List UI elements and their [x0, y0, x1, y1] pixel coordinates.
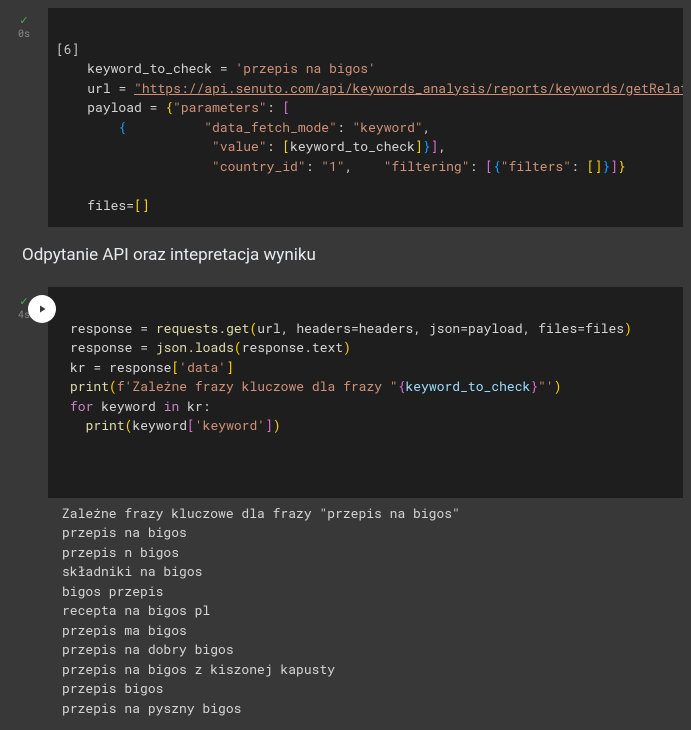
cell-gutter: ✓ 0s: [0, 0, 48, 40]
code-token: response.text: [242, 338, 343, 356]
exec-time: 0s: [18, 27, 30, 40]
code-token: response: [70, 319, 132, 337]
play-icon: [36, 303, 48, 315]
code-token: headers: [359, 319, 414, 337]
code-token: keyword: [132, 416, 187, 434]
cell-gutter: ✓ 4s: [0, 279, 48, 321]
code-fn: json.loads: [156, 338, 234, 356]
code-token: url: [257, 319, 280, 337]
code-token: response: [70, 338, 132, 356]
code-fstring: f: [117, 377, 125, 395]
code-token: files: [538, 319, 577, 337]
code-string: 'keyword': [195, 416, 265, 434]
code-fstring: 'Zależne frazy kluczowe dla frazy ": [125, 377, 398, 395]
code-token: kr: [70, 358, 86, 376]
code-string: "data_fetch_mode": [204, 118, 337, 136]
code-fn: print: [86, 416, 125, 434]
code-token: payload: [468, 319, 523, 337]
code-fn: requests.get: [156, 319, 250, 337]
code-string: "parameters": [173, 98, 267, 116]
code-token: url: [87, 79, 110, 97]
code-cell-1: ✓ 0s [6] keyword_to_check = 'przepis na …: [0, 0, 691, 235]
code-keyword: in: [164, 397, 180, 415]
code-token: response: [109, 358, 171, 376]
code-keyword: for: [70, 397, 93, 415]
code-token: headers: [296, 319, 351, 337]
code-token: json: [429, 319, 460, 337]
check-icon: ✓: [19, 14, 28, 25]
code-url-string: "https://api.senuto.com/api/keywords_ana…: [134, 79, 683, 97]
code-token: payload: [87, 98, 142, 116]
code-token: keyword_to_check: [290, 137, 415, 155]
code-string: "1": [321, 157, 344, 175]
code-fn: print: [70, 377, 109, 395]
code-string: "filtering": [384, 157, 470, 175]
code-string: "filters": [501, 157, 571, 175]
check-icon: ✓: [19, 295, 28, 306]
code-token: keyword: [101, 397, 156, 415]
code-string: "value": [212, 137, 267, 155]
code-token: keyword_to_check: [406, 377, 531, 395]
section-header: Odpytanie API oraz intepretacja wyniku: [0, 235, 691, 279]
code-token: files: [87, 196, 126, 214]
code-editor[interactable]: [6] keyword_to_check = 'przepis na bigos…: [48, 8, 683, 227]
cell-output: Zależne frazy kluczowe dla frazy "przepi…: [48, 498, 691, 730]
code-cell-2: ✓ 4s response = requests.get(url, header…: [0, 279, 691, 730]
code-fstring: "': [538, 377, 554, 395]
code-token: files: [585, 319, 624, 337]
code-editor[interactable]: response = requests.get(url, headers=hea…: [48, 287, 683, 448]
run-cell-button[interactable]: [28, 295, 56, 323]
code-token: kr: [187, 397, 203, 415]
cell-body: [6] keyword_to_check = 'przepis na bigos…: [48, 0, 691, 235]
code-string: "country_id": [212, 157, 306, 175]
code-string: "keyword": [353, 118, 423, 136]
code-string: 'data': [179, 358, 226, 376]
code-token: keyword_to_check: [87, 59, 212, 77]
code-string: 'przepis na bigos': [235, 59, 375, 77]
cell-body: response = requests.get(url, headers=hea…: [48, 279, 691, 730]
